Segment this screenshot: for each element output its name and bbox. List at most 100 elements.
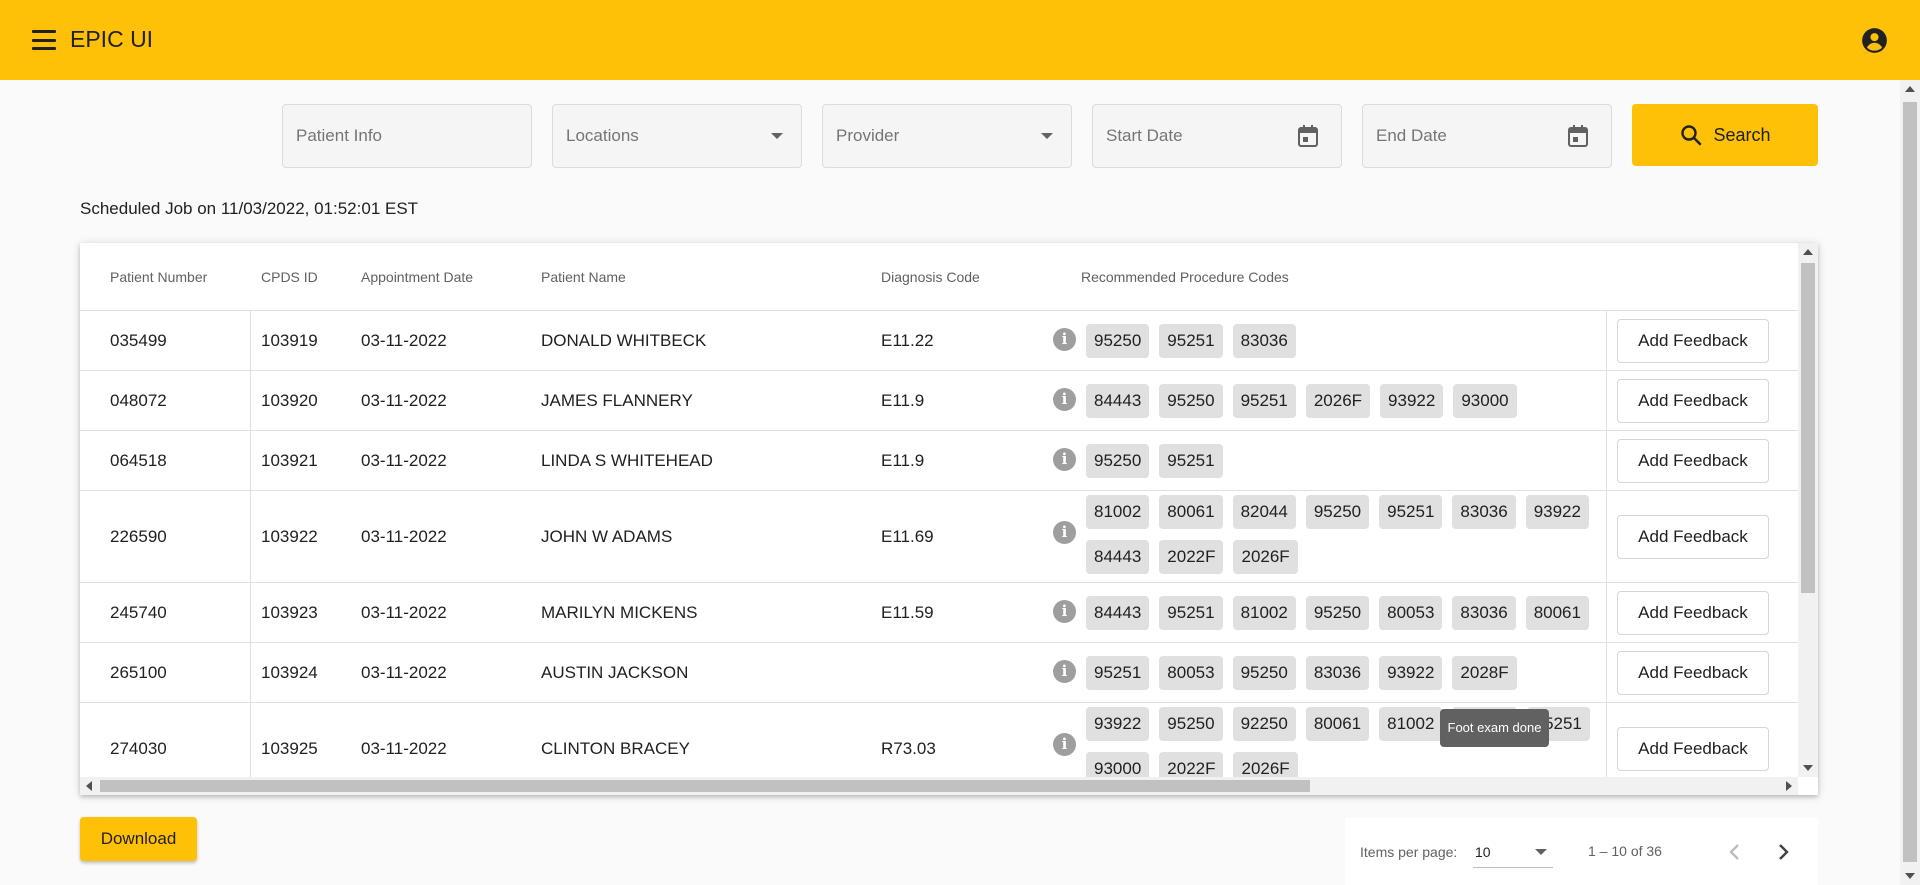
column-divider [250,491,251,582]
procedure-code-chip[interactable]: 81002 [1379,707,1443,741]
procedure-code-chip[interactable]: 83036 [1305,656,1370,690]
provider-select[interactable]: Provider [822,104,1072,168]
procedure-code-chip[interactable]: 93922 [1525,495,1589,529]
procedure-code-chip[interactable]: 95251 [1232,384,1296,418]
procedure-code-chip[interactable]: 80061 [1305,707,1370,741]
add-feedback-button[interactable]: Add Feedback [1617,651,1769,695]
info-icon[interactable]: i [1053,448,1076,471]
next-page-icon[interactable] [1771,840,1795,864]
previous-page-icon[interactable] [1723,840,1747,864]
patient-info-input[interactable]: Patient Info [282,104,532,168]
add-feedback-button[interactable]: Add Feedback [1617,591,1769,635]
procedure-code-chip[interactable]: 95250 [1086,444,1150,478]
procedure-code-chip[interactable]: 95250 [1086,324,1150,358]
procedure-code-chip[interactable]: 93922 [1380,384,1444,418]
info-icon[interactable]: i [1053,328,1076,351]
start-date-input[interactable]: Start Date [1092,104,1342,168]
procedure-code-chip[interactable]: 2026F [1233,540,1298,574]
calendar-icon[interactable] [1567,124,1589,148]
search-button[interactable]: Search [1632,104,1818,166]
page-size-select[interactable]: 10 [1473,836,1553,868]
procedure-code-chip[interactable]: 95251 [1379,495,1443,529]
procedure-code-chip[interactable]: 84443 [1086,596,1150,630]
procedure-code-chip[interactable]: 95250 [1159,384,1223,418]
locations-select[interactable]: Locations [552,104,802,168]
column-divider [1606,583,1607,642]
procedure-code-chip[interactable]: 80053 [1159,656,1223,690]
info-icon[interactable]: i [1053,600,1076,623]
table-row: 226590 103922 03-11-2022 JOHN W ADAMS E11.69… [80,491,1798,583]
table-row: 245740 103923 03-11-2022 MARILYN MICKENS E11… [80,583,1798,643]
procedure-code-chip[interactable]: 81002 [1232,596,1296,630]
info-icon[interactable]: i [1053,733,1076,756]
add-feedback-button[interactable]: Add Feedback [1617,379,1769,423]
procedure-code-chip[interactable]: 82044 [1232,495,1296,529]
info-icon[interactable]: i [1053,660,1076,683]
procedure-code-chip[interactable]: 2022F [1159,752,1224,777]
search-button-label: Search [1713,124,1771,145]
code-tooltip: Foot exam done [1440,709,1549,747]
procedure-code-chip[interactable]: 95250 [1305,596,1370,630]
procedure-code-list: 95250 95251 [1086,444,1606,478]
scrollbar-thumb[interactable] [100,780,1310,792]
header-diagnosis-code[interactable]: Diagnosis Code [881,243,980,311]
procedure-code-chip[interactable]: 80053 [1379,596,1443,630]
add-feedback-button[interactable]: Add Feedback [1617,727,1769,771]
cpds-id-cell: 103925 [261,739,318,758]
download-button[interactable]: Download [80,817,197,861]
procedure-code-chip[interactable]: 95250 [1305,495,1370,529]
scroll-left-icon[interactable] [86,781,92,791]
scrollbar-thumb[interactable] [1801,263,1815,593]
procedure-code-chip[interactable]: 95251 [1159,444,1223,478]
menu-icon[interactable] [30,27,58,53]
procedure-code-chip[interactable]: 2028F [1452,656,1517,690]
scroll-up-icon[interactable] [1905,86,1915,92]
add-feedback-button[interactable]: Add Feedback [1617,439,1769,483]
info-icon[interactable]: i [1053,388,1076,411]
procedure-code-chip[interactable]: 95250 [1159,707,1223,741]
add-feedback-button[interactable]: Add Feedback [1617,515,1769,559]
diagnosis-code-cell: E11.69 [881,527,934,546]
procedure-code-chip[interactable]: 80061 [1159,495,1223,529]
scroll-up-icon[interactable] [1803,249,1813,255]
procedure-code-chip[interactable]: 93000 [1086,752,1150,777]
scrollbar-thumb[interactable] [1903,102,1917,862]
procedure-code-chip[interactable]: 81002 [1086,495,1150,529]
account-circle-icon[interactable] [1861,27,1888,54]
procedure-code-chip[interactable]: 84443 [1086,540,1150,574]
page-size-value: 10 [1475,844,1491,860]
procedure-code-chip[interactable]: 95251 [1159,324,1223,358]
column-divider [1606,431,1607,490]
procedure-code-chip[interactable]: 83036 [1452,596,1516,630]
procedure-code-chip[interactable]: 95250 [1232,656,1296,690]
procedure-code-chip[interactable]: 2026F [1233,752,1298,777]
end-date-input[interactable]: End Date [1362,104,1612,168]
procedure-code-chip[interactable]: 2022F [1159,540,1224,574]
procedure-code-chip[interactable]: 92250 [1232,707,1296,741]
add-feedback-button[interactable]: Add Feedback [1617,319,1769,363]
header-appointment-date[interactable]: Appointment Date [361,243,473,311]
scroll-right-icon[interactable] [1786,781,1792,791]
procedure-code-chip[interactable]: 83036 [1232,324,1296,358]
scroll-down-icon[interactable] [1905,873,1915,879]
procedure-code-chip[interactable]: 83036 [1452,495,1516,529]
header-patient-name[interactable]: Patient Name [541,243,626,311]
procedure-code-chip[interactable]: 93000 [1453,384,1517,418]
calendar-icon[interactable] [1297,124,1319,148]
procedure-code-chip[interactable]: 80061 [1525,596,1589,630]
procedure-code-chip[interactable]: 93922 [1086,707,1150,741]
scroll-down-icon[interactable] [1803,765,1813,771]
procedure-code-chip[interactable]: 84443 [1086,384,1150,418]
procedure-code-list: 95251 80053 95250 83036 93922 2028F [1086,656,1606,690]
procedure-code-chip[interactable]: 93922 [1379,656,1443,690]
info-icon[interactable]: i [1053,521,1076,544]
procedure-code-chip[interactable]: 95251 [1159,596,1223,630]
procedure-code-chip[interactable]: 2026F [1305,384,1371,418]
header-recommended-codes[interactable]: Recommended Procedure Codes [1081,243,1289,311]
table-horizontal-scrollbar[interactable] [80,777,1798,795]
header-patient-number[interactable]: Patient Number [110,243,207,311]
table-vertical-scrollbar[interactable] [1798,243,1818,777]
header-cpds-id[interactable]: CPDS ID [261,243,318,311]
page-scrollbar[interactable] [1900,80,1920,885]
procedure-code-chip[interactable]: 95251 [1086,656,1150,690]
